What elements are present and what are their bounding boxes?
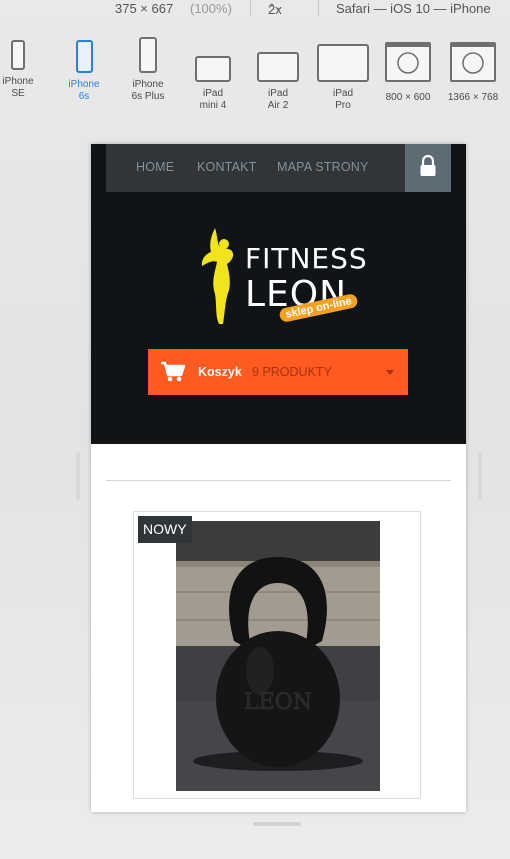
device-sublabel: SE — [11, 88, 25, 99]
compass-window-icon — [450, 42, 496, 82]
responsive-toolbar: 375 × 667 (100%) 2x ⌃⌄ Safari — iOS 10 —… — [0, 0, 510, 20]
toolbar-divider — [250, 0, 251, 16]
zoom-percent-label: (100%) — [190, 1, 232, 16]
viewport-size-label: 375 × 667 — [115, 1, 174, 16]
nav-kontakt[interactable]: KONTAKT — [197, 160, 257, 174]
browser-selector[interactable]: Safari — iOS 10 — iPhone — [336, 1, 491, 16]
device-label: 1366 × 768 — [447, 92, 499, 103]
login-button[interactable] — [405, 144, 451, 192]
compass-window-icon — [385, 42, 431, 82]
new-badge: NOWY — [138, 516, 192, 543]
lock-icon — [420, 154, 436, 176]
tablet-icon — [257, 52, 299, 82]
shopping-cart-icon — [161, 361, 186, 382]
cart-count: 9 PRODUKTY — [252, 365, 332, 379]
cart-label: Koszyk — [198, 365, 242, 379]
device-ipad-mini-4[interactable]: iPad mini 4 — [178, 40, 248, 112]
device-800x600[interactable]: 800 × 600 — [373, 40, 443, 104]
phone-icon — [75, 40, 93, 73]
bottom-resize-handle[interactable] — [253, 822, 301, 826]
device-label: iPhone — [2, 76, 34, 87]
right-resize-handle[interactable] — [478, 452, 482, 500]
toolbar-divider — [318, 0, 319, 16]
device-1366x768[interactable]: 1366 × 768 — [438, 40, 508, 104]
device-iphone-6s[interactable]: iPhone 6s — [49, 40, 119, 103]
chevron-updown-icon: ⌃⌄ — [268, 2, 284, 12]
content-divider — [106, 480, 451, 481]
site-header: HOME KONTAKT MAPA STRONY FITNESS LEON sk… — [91, 144, 466, 444]
device-sublabel: 6s — [78, 91, 90, 102]
device-iphone-se[interactable]: iPhone SE — [0, 40, 53, 100]
device-sublabel: Air 2 — [267, 100, 289, 111]
device-label: iPhone — [68, 79, 100, 90]
athlete-figure-icon — [201, 228, 234, 324]
site-logo[interactable]: FITNESS LEON sklep on-line — [189, 224, 379, 334]
device-sublabel: 6s Plus — [131, 91, 165, 102]
phone-icon — [11, 40, 25, 70]
kettlebell-photo[interactable]: LEON — [176, 521, 380, 791]
tablet-icon — [317, 44, 369, 82]
device-ipad-pro[interactable]: iPad Pro — [308, 40, 378, 112]
device-sublabel: mini 4 — [199, 100, 227, 111]
phone-icon — [139, 37, 157, 73]
product-card[interactable]: LEON NOWY — [133, 511, 421, 799]
left-resize-handle[interactable] — [76, 452, 80, 500]
nav-home[interactable]: HOME — [136, 160, 174, 174]
logo-fitness-text: FITNESS — [245, 242, 368, 275]
cart-dropdown[interactable]: Koszyk 9 PRODUKTY — [148, 349, 408, 395]
device-label: iPhone — [132, 79, 164, 90]
site-navbar: HOME KONTAKT MAPA STRONY — [106, 144, 451, 192]
tablet-icon — [195, 56, 231, 82]
device-label: iPad — [202, 88, 223, 99]
device-viewport: HOME KONTAKT MAPA STRONY FITNESS LEON sk… — [91, 144, 466, 812]
device-ipad-air-2[interactable]: iPad Air 2 — [243, 40, 313, 112]
device-label: 800 × 600 — [385, 92, 431, 103]
nav-mapa-strony[interactable]: MAPA STRONY — [277, 160, 369, 174]
caret-down-icon — [386, 370, 394, 375]
device-label: iPad — [332, 88, 353, 99]
device-iphone-6s-plus[interactable]: iPhone 6s Plus — [113, 37, 183, 103]
device-label: iPad — [267, 88, 288, 99]
device-sublabel: Pro — [335, 100, 351, 111]
kettlebell-engraving: LEON — [244, 690, 312, 715]
